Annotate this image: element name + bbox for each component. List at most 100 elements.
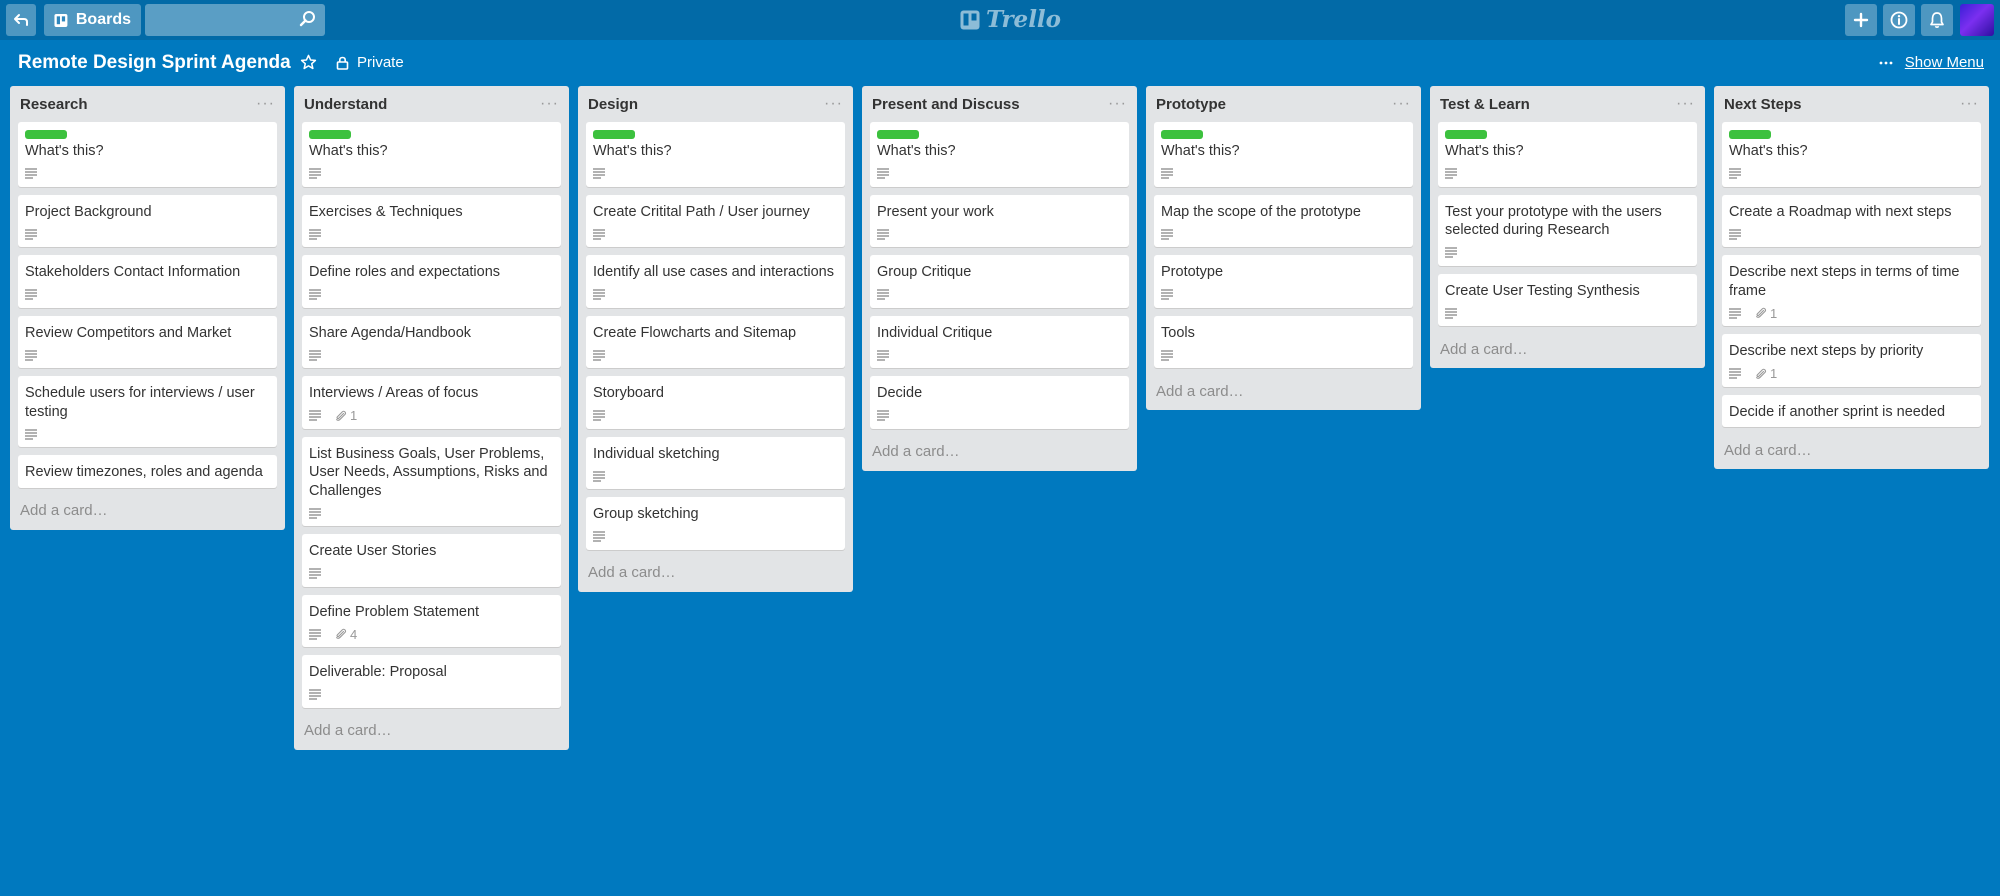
back-button[interactable]	[6, 4, 36, 36]
card[interactable]: Create User Testing Synthesis	[1438, 273, 1697, 326]
card[interactable]: Share Agenda/Handbook	[302, 315, 561, 368]
star-icon[interactable]	[300, 54, 317, 71]
card[interactable]: What's this?	[302, 122, 561, 187]
card[interactable]: Deliverable: Proposal	[302, 655, 561, 708]
add-card-button[interactable]: Add a card…	[1722, 433, 1981, 469]
list-title[interactable]: Research	[20, 96, 88, 113]
card[interactable]: Define roles and expectations	[302, 255, 561, 308]
card[interactable]: What's this?	[870, 122, 1129, 187]
list-menu-icon[interactable]: ···	[1392, 95, 1411, 113]
add-card-button[interactable]: Add a card…	[302, 714, 561, 750]
list-header: Prototype ···	[1154, 86, 1413, 122]
list-menu-icon[interactable]: ···	[824, 95, 843, 113]
card[interactable]: Individual Critique	[870, 315, 1129, 368]
card[interactable]: Interviews / Areas of focus 1	[302, 376, 561, 429]
card[interactable]: Decide	[870, 376, 1129, 429]
card[interactable]: Test your prototype with the users selec…	[1438, 194, 1697, 266]
info-button[interactable]	[1883, 4, 1915, 36]
card[interactable]: Prototype	[1154, 255, 1413, 308]
card[interactable]: Create Flowcharts and Sitemap	[586, 315, 845, 368]
list-title[interactable]: Design	[588, 96, 638, 113]
list-title[interactable]: Prototype	[1156, 96, 1226, 113]
card-badges	[309, 288, 555, 302]
privacy-button[interactable]: Private	[336, 54, 404, 71]
list-title[interactable]: Understand	[304, 96, 387, 113]
card[interactable]: Group sketching	[586, 497, 845, 550]
card-title: Create a Roadmap with next steps	[1729, 203, 1952, 220]
green-label	[25, 130, 67, 139]
list-title[interactable]: Test & Learn	[1440, 96, 1530, 113]
card[interactable]: Project Background	[18, 194, 277, 247]
card[interactable]: Describe next steps by priority 1	[1722, 334, 1981, 387]
list-title[interactable]: Next Steps	[1724, 96, 1802, 113]
description-badge	[309, 289, 321, 300]
search-input[interactable]	[145, 4, 325, 36]
card-badges	[593, 227, 839, 241]
card[interactable]: List Business Goals, User Problems, User…	[302, 436, 561, 526]
notifications-button[interactable]	[1921, 4, 1953, 36]
add-card-button[interactable]: Add a card…	[870, 435, 1129, 471]
card[interactable]: Review timezones, roles and agenda	[18, 455, 277, 488]
card-title: What's this?	[25, 143, 104, 159]
description-icon	[25, 349, 37, 361]
list-title[interactable]: Present and Discuss	[872, 96, 1020, 113]
card-title: Test your prototype with the users selec…	[1445, 203, 1662, 239]
list-menu-icon[interactable]: ···	[1108, 95, 1127, 113]
trello-logo[interactable]: Trello	[960, 6, 1061, 33]
description-icon	[1445, 168, 1457, 179]
card[interactable]: Stakeholders Contact Information	[18, 255, 277, 308]
board-title[interactable]: Remote Design Sprint Agenda	[18, 52, 291, 74]
card[interactable]: Create User Stories	[302, 534, 561, 587]
user-avatar[interactable]	[1960, 4, 1994, 36]
list-header: Test & Learn ···	[1438, 86, 1697, 122]
show-menu-button[interactable]: Show Menu	[1879, 54, 1984, 71]
card[interactable]: Storyboard	[586, 376, 845, 429]
card[interactable]: What's this?	[1154, 122, 1413, 187]
card[interactable]: Exercises & Techniques	[302, 194, 561, 247]
add-button[interactable]	[1845, 4, 1877, 36]
attachment-count: 4	[350, 626, 358, 642]
boards-button[interactable]: Boards	[44, 4, 141, 36]
bell-icon	[1930, 12, 1944, 28]
card-badges	[1161, 288, 1407, 302]
list-menu-icon[interactable]: ···	[1960, 95, 1979, 113]
description-icon	[1729, 168, 1741, 179]
card[interactable]: Group Critique	[870, 255, 1129, 308]
card[interactable]: Present your work	[870, 194, 1129, 247]
list-menu-icon[interactable]: ···	[256, 95, 275, 113]
card[interactable]: What's this?	[586, 122, 845, 187]
privacy-label: Private	[357, 54, 404, 71]
card[interactable]: Review Competitors and Market	[18, 315, 277, 368]
description-badge	[309, 410, 321, 421]
list-menu-icon[interactable]: ···	[1676, 95, 1695, 113]
card[interactable]: Identify all use cases and interactions	[586, 255, 845, 308]
card[interactable]: Schedule users for interviews / user tes…	[18, 376, 277, 447]
card[interactable]: Describe next steps in terms of time fra…	[1722, 255, 1981, 326]
card[interactable]: Create Critital Path / User journey	[586, 194, 845, 247]
add-card-button[interactable]: Add a card…	[1438, 332, 1697, 368]
card-badges	[25, 348, 271, 362]
card-badges	[309, 227, 555, 241]
add-card-button[interactable]: Add a card…	[1154, 374, 1413, 410]
card[interactable]: Define Problem Statement 4	[302, 594, 561, 647]
attachment-icon	[336, 410, 347, 421]
search-icon[interactable]	[299, 10, 317, 28]
add-card-button[interactable]: Add a card…	[18, 494, 277, 530]
card-title: Individual sketching	[593, 445, 720, 462]
card[interactable]: Map the scope of the prototype	[1154, 194, 1413, 247]
card-badges	[309, 167, 555, 181]
card-badges	[309, 567, 555, 581]
description-badge	[25, 428, 37, 440]
card-badges	[1445, 167, 1691, 181]
card[interactable]: Tools	[1154, 315, 1413, 368]
card[interactable]: Individual sketching	[586, 436, 845, 489]
card[interactable]: What's this?	[1722, 122, 1981, 187]
card[interactable]: Decide if another sprint is needed	[1722, 394, 1981, 427]
add-card-button[interactable]: Add a card…	[586, 556, 845, 592]
card[interactable]: Create a Roadmap with next steps	[1722, 194, 1981, 247]
description-icon	[25, 228, 37, 240]
list-menu-icon[interactable]: ···	[540, 95, 559, 113]
card-badges	[25, 288, 271, 302]
card[interactable]: What's this?	[1438, 122, 1697, 187]
card[interactable]: What's this?	[18, 122, 277, 187]
